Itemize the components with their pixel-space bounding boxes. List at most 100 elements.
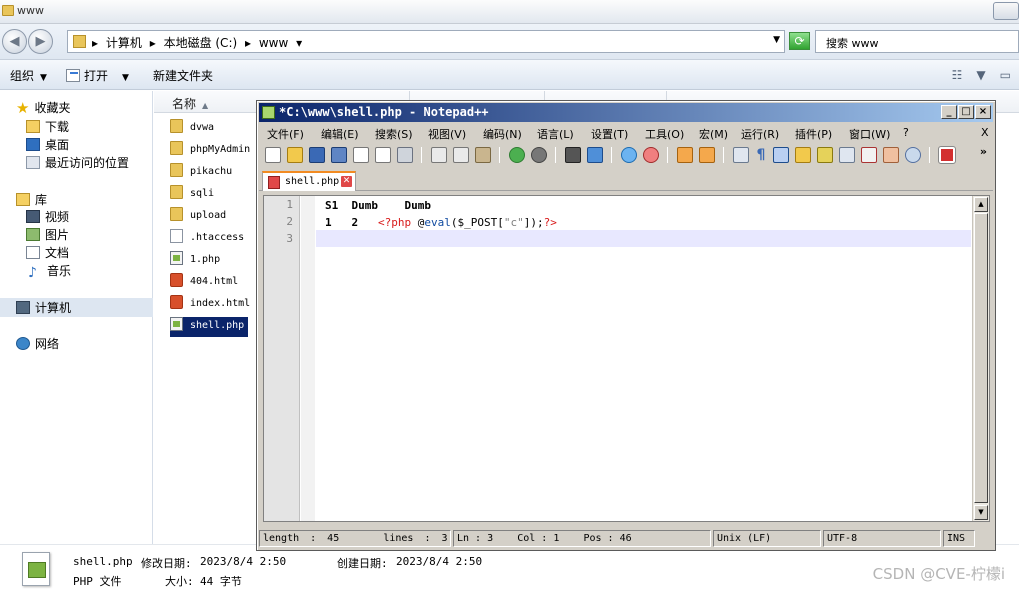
menu-close-doc[interactable]: X [981, 126, 989, 139]
file-item[interactable]: upload [170, 207, 230, 227]
breadcrumb-arrow[interactable]: ▸ [245, 36, 251, 50]
menu-language[interactable]: 语言(L) [537, 126, 574, 142]
menu-tools[interactable]: 工具(O) [645, 126, 684, 142]
file-item[interactable]: phpMyAdmin [170, 141, 254, 161]
maximize-button[interactable]: □ [958, 105, 974, 119]
show-all-chars-icon[interactable]: ¶ [753, 147, 769, 163]
close-all-icon[interactable] [375, 147, 391, 163]
print-icon[interactable] [397, 147, 413, 163]
tab-close-icon[interactable]: ✕ [341, 176, 352, 187]
file-item[interactable]: 404.html [170, 273, 242, 293]
save-icon[interactable] [309, 147, 325, 163]
breadcrumb-arrow[interactable]: ▾ [296, 36, 302, 50]
menu-search[interactable]: 搜索(S) [375, 126, 413, 142]
breadcrumb-arrow[interactable]: ▸ [150, 36, 156, 50]
nav-videos[interactable]: 视频 [26, 208, 69, 225]
redo-icon[interactable] [531, 147, 547, 163]
column-name-header[interactable]: 名称 ▲ [172, 95, 208, 112]
menu-help[interactable]: ? [903, 126, 909, 139]
toolbar-separator [929, 147, 930, 163]
word-wrap-icon[interactable] [733, 147, 749, 163]
file-item[interactable]: 1.php [170, 251, 224, 271]
minimize-button[interactable]: _ [941, 105, 957, 119]
preview-pane-icon[interactable]: ▭ [1000, 68, 1011, 82]
open-file-icon[interactable] [287, 147, 303, 163]
zoom-in-icon[interactable] [621, 147, 637, 163]
breadcrumb-computer[interactable]: 计算机 [106, 36, 142, 50]
nav-computer[interactable]: 计算机 [16, 299, 71, 316]
doc-map-icon[interactable] [817, 147, 833, 163]
window-button[interactable] [993, 2, 1019, 20]
status-encoding[interactable]: UTF-8 [823, 530, 941, 547]
nav-music[interactable]: ♪ 音乐 [28, 262, 71, 281]
breadcrumb-drive[interactable]: 本地磁盘 (C:) [164, 36, 238, 50]
vertical-scrollbar[interactable]: ▲ ▼ [972, 196, 989, 521]
fold-margin[interactable] [301, 196, 315, 521]
sync-vertical-icon[interactable] [677, 147, 693, 163]
nav-downloads[interactable]: 下载 [26, 118, 69, 135]
file-item[interactable]: dvwa [170, 119, 218, 139]
folder-workspace-icon[interactable] [883, 147, 899, 163]
cut-icon[interactable] [431, 147, 447, 163]
record-macro-icon[interactable] [938, 146, 956, 164]
zoom-out-icon[interactable] [643, 147, 659, 163]
menu-edit[interactable]: 编辑(E) [321, 126, 359, 142]
nav-libraries[interactable]: 库 [16, 191, 47, 208]
nav-documents[interactable]: 文档 [26, 244, 69, 261]
save-all-icon[interactable] [331, 147, 347, 163]
file-item[interactable]: pikachu [170, 163, 236, 183]
status-eol[interactable]: Unix (LF) [713, 530, 821, 547]
udl-icon[interactable] [795, 147, 811, 163]
status-insert-mode[interactable]: INS [943, 530, 975, 547]
menu-view[interactable]: 视图(V) [428, 126, 466, 142]
address-dropdown-icon[interactable]: ▼ [773, 35, 780, 45]
replace-icon[interactable] [587, 147, 603, 163]
indent-guide-icon[interactable] [773, 147, 789, 163]
code-editor[interactable]: 1 2 3 S1 Dumb Dumb 1 2 <?php @eval($_POS… [263, 195, 990, 522]
menu-encoding[interactable]: 编码(N) [483, 126, 522, 142]
organize-button[interactable]: 组织 ▼ [10, 67, 47, 84]
function-list-icon[interactable] [861, 147, 877, 163]
scroll-up-icon[interactable]: ▲ [974, 197, 988, 212]
view-dropdown-icon[interactable]: ▼ [976, 68, 985, 82]
view-menu-icon[interactable]: ☷ [952, 68, 963, 82]
back-button[interactable]: ◀ [2, 29, 27, 54]
file-item[interactable]: sqli [170, 185, 218, 205]
open-button[interactable]: 打开 ▼ [66, 67, 129, 84]
menu-file[interactable]: 文件(F) [267, 126, 304, 142]
nav-favorites[interactable]: ★ 收藏夹 [16, 99, 70, 117]
monitoring-icon[interactable] [905, 147, 921, 163]
copy-icon[interactable] [453, 147, 469, 163]
undo-icon[interactable] [509, 147, 525, 163]
nav-pictures[interactable]: 图片 [26, 226, 69, 243]
menu-run[interactable]: 运行(R) [741, 126, 779, 142]
search-input[interactable]: 搜索 www [815, 30, 1019, 53]
breadcrumb-arrow[interactable]: ▸ [92, 36, 98, 50]
file-item[interactable]: .htaccess [170, 229, 248, 249]
tab-shell-php[interactable]: shell.php ✕ [262, 171, 356, 191]
new-file-icon[interactable] [265, 147, 281, 163]
close-file-icon[interactable] [353, 147, 369, 163]
refresh-button[interactable]: ⟳ [789, 32, 810, 50]
new-folder-button[interactable]: 新建文件夹 [153, 67, 213, 84]
paste-icon[interactable] [475, 147, 491, 163]
menu-settings[interactable]: 设置(T) [591, 126, 628, 142]
find-icon[interactable] [565, 147, 581, 163]
nav-recent[interactable]: 最近访问的位置 [26, 154, 129, 171]
address-field[interactable]: ▸ 计算机 ▸ 本地磁盘 (C:) ▸ www ▾ ▼ [67, 30, 785, 53]
forward-button[interactable]: ▶ [28, 29, 53, 54]
nav-network[interactable]: 网络 [16, 335, 59, 352]
nav-desktop[interactable]: 桌面 [26, 136, 69, 153]
menu-plugins[interactable]: 插件(P) [795, 126, 832, 142]
close-button[interactable]: × [975, 105, 991, 119]
breadcrumb-www[interactable]: www [259, 36, 288, 50]
menu-window[interactable]: 窗口(W) [849, 126, 890, 142]
sync-horizontal-icon[interactable] [699, 147, 715, 163]
file-item[interactable]: index.html [170, 295, 254, 315]
doc-list-icon[interactable] [839, 147, 855, 163]
scroll-down-icon[interactable]: ▼ [974, 505, 988, 520]
menu-macro[interactable]: 宏(M) [699, 126, 728, 142]
toolbar-overflow-icon[interactable]: » [980, 145, 987, 158]
scroll-thumb[interactable] [974, 213, 988, 503]
file-item[interactable]: shell.php [170, 317, 249, 337]
